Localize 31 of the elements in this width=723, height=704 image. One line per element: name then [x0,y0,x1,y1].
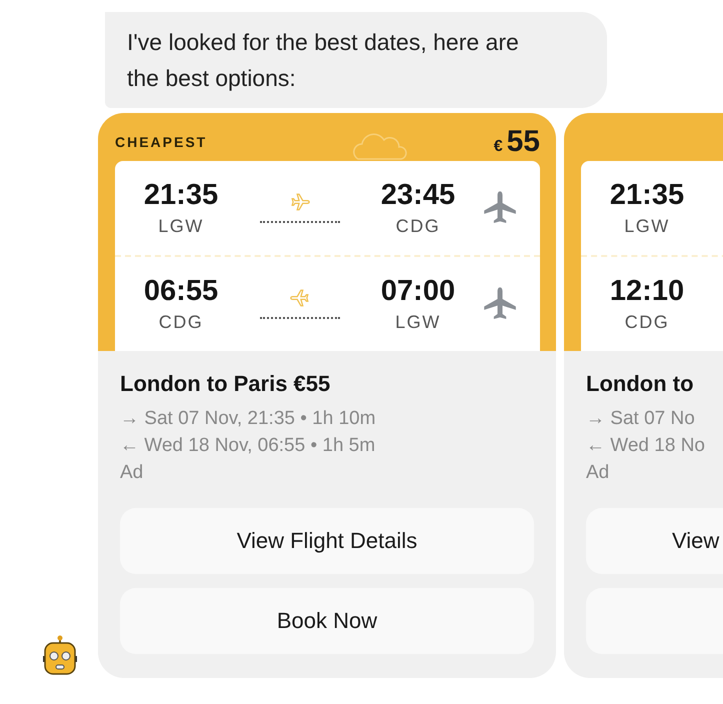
flight-detail: ← Wed 18 Nov, 06:55 • 1h 5m [120,434,376,458]
route-title: London to Paris €55 [120,371,332,397]
cloud-icon [350,131,410,161]
airport-code: CDG [158,312,204,333]
currency-symbol: € [494,138,503,156]
ad-label: Ad [586,461,610,485]
action-button[interactable]: View [586,508,723,574]
departure-time: 21:35 [610,179,684,212]
ad-label: Ad [120,461,144,485]
plane-icon [288,287,310,309]
airport-code: LGW [158,216,204,237]
action-button[interactable]: View Flight Details [120,508,534,574]
flight-detail: → Sat 07 Nov, 21:35 • 1h 10m [120,407,377,431]
arrival-time: 23:45 [380,179,456,212]
action-button[interactable]: Book Now [120,588,534,654]
flight-detail: ← Wed 18 No [586,434,706,458]
arrival-time: 07:00 [380,275,456,308]
departure-time: 06:55 [144,275,218,308]
airport-code: CDG [396,216,440,237]
route-title: London to [586,371,695,397]
plane-icon [288,191,310,213]
chat-message: I've looked for the best dates, here are the best options: [105,12,607,108]
airport-code: CDG [624,312,670,333]
flight-detail: → Sat 07 No [586,407,696,431]
airport-code: LGW [395,312,441,333]
departure-time: 21:35 [144,179,218,212]
departure-time: 12:10 [610,275,684,308]
robot-icon [40,634,80,678]
airport-code: LGW [624,216,670,237]
deal-label: CHEAPEST [115,134,208,150]
price: 55 [506,125,540,159]
